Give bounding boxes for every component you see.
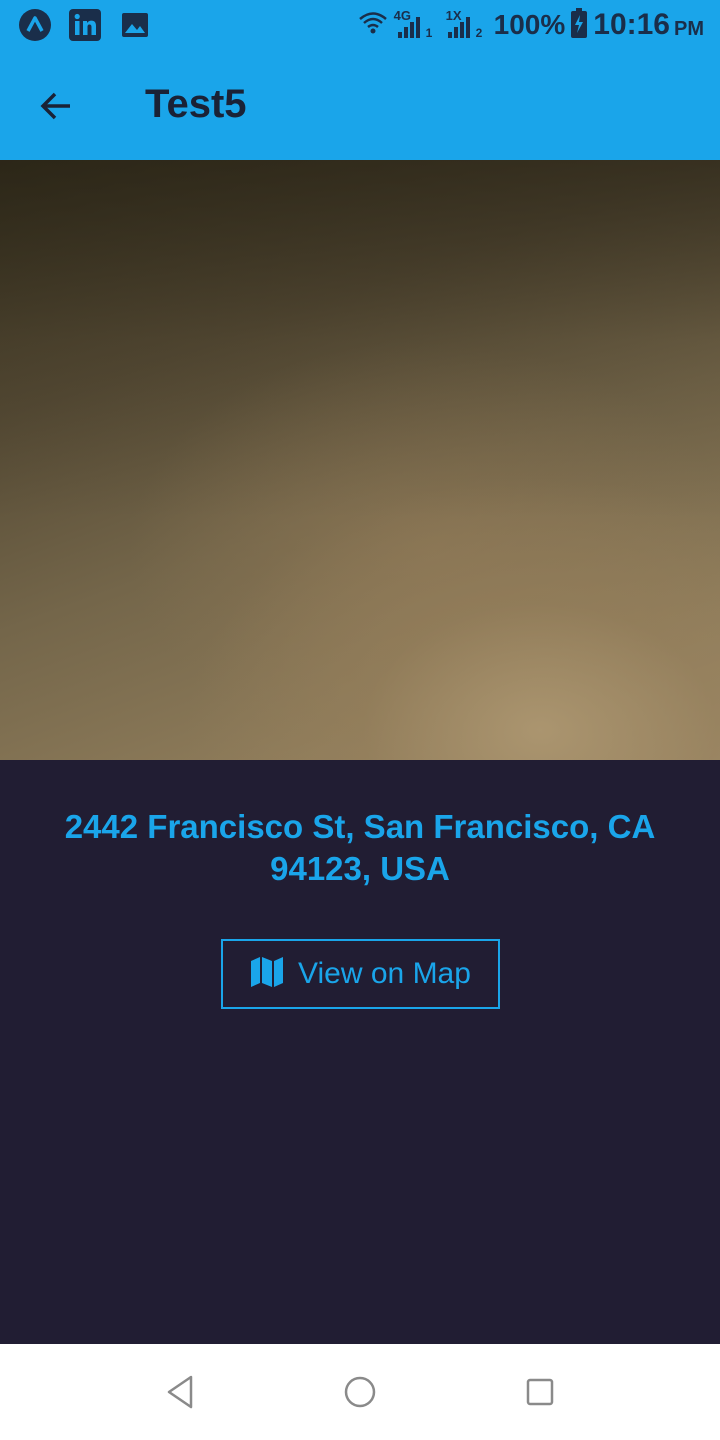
system-status: 4G 1 1X 2 100% 10:16 PM	[358, 7, 704, 43]
battery-percent: 100%	[493, 9, 566, 40]
square-recents-icon	[526, 1378, 554, 1406]
status-bar: 4G 1 1X 2 100% 10:16 PM	[0, 0, 720, 52]
page-title: Test5	[145, 82, 247, 126]
a-logo-icon	[18, 8, 52, 42]
triangle-back-icon	[167, 1375, 193, 1409]
nav-back-button[interactable]	[160, 1372, 200, 1412]
back-button[interactable]	[28, 78, 84, 134]
map-icon	[250, 956, 284, 993]
sim1-label: 1	[425, 26, 433, 40]
nav-home-button[interactable]	[340, 1372, 380, 1412]
signal-sim2-icon: 1X 2	[444, 8, 488, 42]
battery-charging-icon	[571, 7, 588, 43]
clock-time: 10:16	[593, 8, 670, 41]
sim2-label: 2	[475, 26, 483, 40]
nav-recents-button[interactable]	[520, 1372, 560, 1412]
view-on-map-label: View on Map	[298, 957, 471, 990]
location-photo	[0, 160, 720, 760]
back-arrow-icon	[40, 92, 70, 120]
system-navigation-bar	[0, 1344, 720, 1440]
view-on-map-button[interactable]: View on Map	[221, 939, 500, 1009]
signal-sim1-icon: 4G 1	[394, 8, 438, 42]
app-bar: Test5	[0, 52, 720, 160]
location-details: 2442 Francisco St, San Francisco, CA 941…	[0, 760, 720, 1344]
circle-home-icon	[344, 1376, 376, 1408]
address-text: 2442 Francisco St, San Francisco, CA 941…	[64, 808, 656, 887]
image-icon	[118, 8, 152, 42]
notification-icons	[18, 8, 152, 42]
wifi-icon	[358, 10, 388, 41]
linkedin-icon	[68, 8, 102, 42]
clock-ampm: PM	[674, 17, 704, 40]
